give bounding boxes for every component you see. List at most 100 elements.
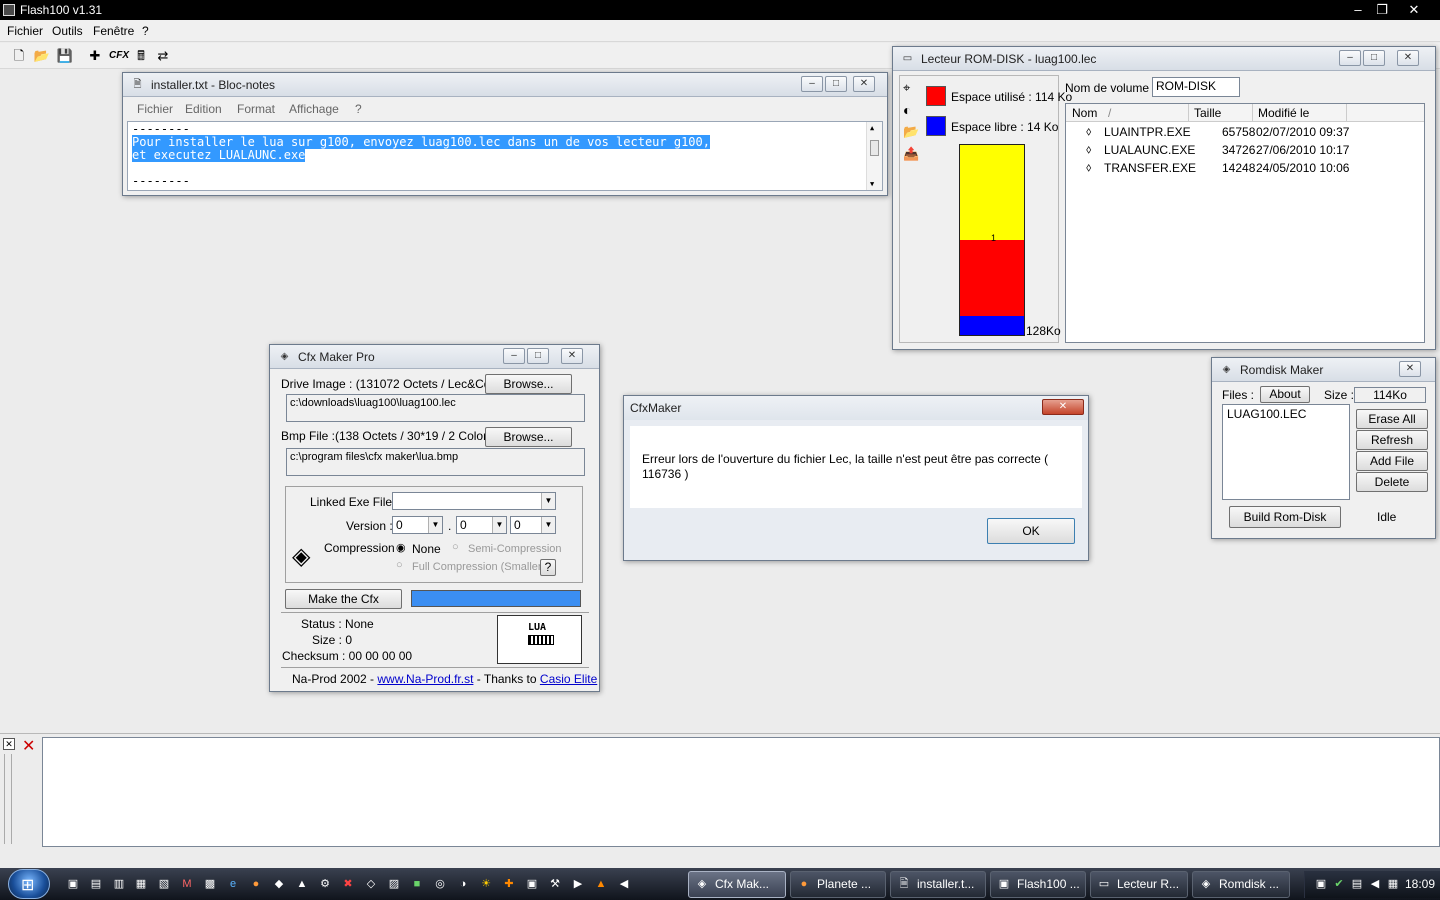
option-semi-compression[interactable]: Semi-Compression bbox=[468, 543, 562, 555]
app-icon[interactable]: ■ bbox=[409, 876, 425, 892]
cfx-minimize-button[interactable]: – bbox=[503, 348, 525, 364]
scroll-down-icon[interactable]: ▼ bbox=[870, 180, 874, 188]
reader-maximize-button[interactable]: □ bbox=[1363, 50, 1385, 66]
firefox-icon[interactable]: ● bbox=[248, 876, 264, 892]
calculator-icon[interactable]: 🖩 bbox=[132, 47, 150, 64]
show-desktop-icon[interactable]: ▣ bbox=[65, 876, 81, 892]
bmp-file-path[interactable]: c:\program files\cfx maker\lua.bmp bbox=[286, 448, 585, 476]
app-icon[interactable]: ◇ bbox=[363, 876, 379, 892]
list-item[interactable]: LUAG100.LEC bbox=[1227, 407, 1345, 421]
task-lecteur[interactable]: ▭ Lecteur R... bbox=[1090, 871, 1188, 898]
notepad-close-button[interactable]: ✕ bbox=[853, 76, 875, 92]
gear-icon[interactable]: ⚙ bbox=[317, 876, 333, 892]
mail-icon[interactable]: M bbox=[179, 876, 195, 892]
vlc-icon[interactable]: ▲ bbox=[593, 876, 609, 892]
cfx-icon[interactable]: CFX bbox=[108, 47, 130, 64]
delete-button[interactable]: Delete bbox=[1356, 472, 1428, 492]
version-major-select[interactable]: 0 ▼ bbox=[392, 516, 443, 534]
app-icon[interactable]: ◆ bbox=[271, 876, 287, 892]
scroll-up-icon[interactable]: ▲ bbox=[870, 124, 874, 132]
explorer-icon[interactable]: ▥ bbox=[111, 876, 127, 892]
task-installer[interactable]: 🗎 installer.t... bbox=[890, 871, 986, 898]
tray-icon[interactable]: ▣ bbox=[1313, 876, 1329, 892]
switch-windows-icon[interactable]: ▤ bbox=[88, 876, 104, 892]
notepad-menu-fichier[interactable]: Fichier bbox=[137, 102, 173, 116]
panel-grip[interactable] bbox=[4, 754, 12, 844]
media-icon[interactable]: ▶ bbox=[570, 876, 586, 892]
radio-none-icon[interactable]: ◉ bbox=[396, 541, 406, 554]
clock[interactable]: 18:09 bbox=[1405, 877, 1435, 891]
scroll-thumb[interactable] bbox=[870, 140, 879, 156]
ie-icon[interactable]: e bbox=[225, 876, 241, 892]
dialog-close-button[interactable]: ✕ bbox=[1042, 399, 1084, 415]
radio-full-icon[interactable]: ○ bbox=[396, 559, 403, 571]
tray-icon[interactable]: ▦ bbox=[1385, 876, 1401, 892]
notepad-scrollbar[interactable]: ▲ ▼ bbox=[866, 122, 882, 190]
romdisk-file-list[interactable]: LUAG100.LEC bbox=[1222, 404, 1350, 500]
refresh-button[interactable]: Refresh bbox=[1356, 430, 1428, 450]
bmp-browse-button[interactable]: Browse... bbox=[485, 427, 572, 447]
casio-elite-link[interactable]: Casio Elite bbox=[540, 672, 597, 686]
tools-icon[interactable]: ✖ bbox=[340, 876, 356, 892]
app-icon[interactable]: ▣ bbox=[524, 876, 540, 892]
radio-semi-icon[interactable]: ○ bbox=[452, 541, 459, 553]
add-file-button[interactable]: Add File bbox=[1356, 451, 1428, 471]
version-build-select[interactable]: 0 ▼ bbox=[510, 516, 556, 534]
volume-name-input[interactable]: ROM-DISK bbox=[1152, 77, 1240, 97]
notepad-maximize-button[interactable]: □ bbox=[825, 76, 847, 92]
restore-button[interactable]: ❐ bbox=[1368, 0, 1396, 20]
open-folder-icon[interactable]: 📂 bbox=[903, 124, 919, 140]
export-icon[interactable]: 📤 bbox=[903, 146, 919, 162]
log-output[interactable] bbox=[42, 737, 1440, 847]
notepad-minimize-button[interactable]: – bbox=[801, 76, 823, 92]
reader-close-button[interactable]: ✕ bbox=[1397, 50, 1419, 66]
linked-exe-select[interactable]: ▼ bbox=[392, 492, 556, 510]
erase-all-button[interactable]: Erase All bbox=[1356, 409, 1428, 429]
notepad-menu-format[interactable]: Format bbox=[237, 102, 275, 116]
ok-button[interactable]: OK bbox=[987, 518, 1075, 544]
compression-help-button[interactable]: ? bbox=[540, 559, 556, 576]
column-name[interactable]: Nom bbox=[1072, 106, 1097, 120]
network-icon[interactable]: ▤ bbox=[1349, 876, 1365, 892]
file-list[interactable]: Nom / Taille Modifié le ⬨ LUAINTPR.EXE 6… bbox=[1065, 103, 1425, 343]
panel-close-icon[interactable]: ✕ bbox=[3, 738, 15, 750]
task-cfx-maker[interactable]: ◈ Cfx Mak... bbox=[688, 871, 786, 898]
app-icon[interactable]: ◑ bbox=[455, 876, 471, 892]
app-icon[interactable]: ⚒ bbox=[547, 876, 563, 892]
drive-image-path[interactable]: c:\downloads\luag100\luag100.lec bbox=[286, 394, 585, 422]
open-folder-icon[interactable]: 📂 bbox=[33, 47, 51, 64]
menu-fichier[interactable]: Fichier bbox=[7, 24, 43, 38]
column-size[interactable]: Taille bbox=[1194, 106, 1221, 120]
menu-outils[interactable]: Outils bbox=[52, 24, 83, 38]
app-icon[interactable]: ✚ bbox=[501, 876, 517, 892]
calendar-icon[interactable]: ▩ bbox=[202, 876, 218, 892]
task-planete[interactable]: ● Planete ... bbox=[790, 871, 886, 898]
menu-fenetre[interactable]: Fenêtre bbox=[93, 24, 134, 38]
reader-minimize-button[interactable]: – bbox=[1339, 50, 1361, 66]
task-romdisk[interactable]: ◈ Romdisk ... bbox=[1192, 871, 1290, 898]
make-cfx-button[interactable]: Make the Cfx bbox=[285, 589, 402, 609]
notepad-menu-edition[interactable]: Edition bbox=[185, 102, 222, 116]
maker-close-button[interactable]: ✕ bbox=[1399, 361, 1421, 377]
drive-image-browse-button[interactable]: Browse... bbox=[485, 374, 572, 394]
chart-icon[interactable]: ▧ bbox=[156, 876, 172, 892]
tray-check-icon[interactable]: ✔ bbox=[1331, 876, 1347, 892]
option-none[interactable]: None bbox=[412, 542, 441, 556]
website-link[interactable]: www.Na-Prod.fr.st bbox=[377, 672, 473, 686]
new-file-icon[interactable]: 🗋 bbox=[10, 47, 28, 64]
cfx-close-button[interactable]: ✕ bbox=[561, 348, 583, 364]
close-button[interactable]: ✕ bbox=[1400, 0, 1428, 20]
menu-help[interactable]: ? bbox=[142, 24, 149, 38]
network-icon[interactable]: ▨ bbox=[386, 876, 402, 892]
cfx-maximize-button[interactable]: □ bbox=[527, 348, 549, 364]
transfer-icon[interactable]: ⇄ bbox=[154, 47, 172, 64]
document-icon[interactable]: ▦ bbox=[133, 876, 149, 892]
start-button[interactable]: ⊞ bbox=[8, 869, 50, 899]
notepad-menu-help[interactable]: ? bbox=[355, 102, 362, 116]
app-icon[interactable]: ◎ bbox=[432, 876, 448, 892]
notepad-text-area[interactable]: -------- Pour installer le lua sur g100,… bbox=[127, 121, 883, 191]
contrast-icon[interactable]: ◐ bbox=[903, 102, 911, 118]
pin-icon[interactable]: ⌖ bbox=[903, 80, 910, 96]
option-full-compression[interactable]: Full Compression (Smaller) bbox=[412, 561, 545, 573]
version-minor-select[interactable]: 0 ▼ bbox=[456, 516, 507, 534]
